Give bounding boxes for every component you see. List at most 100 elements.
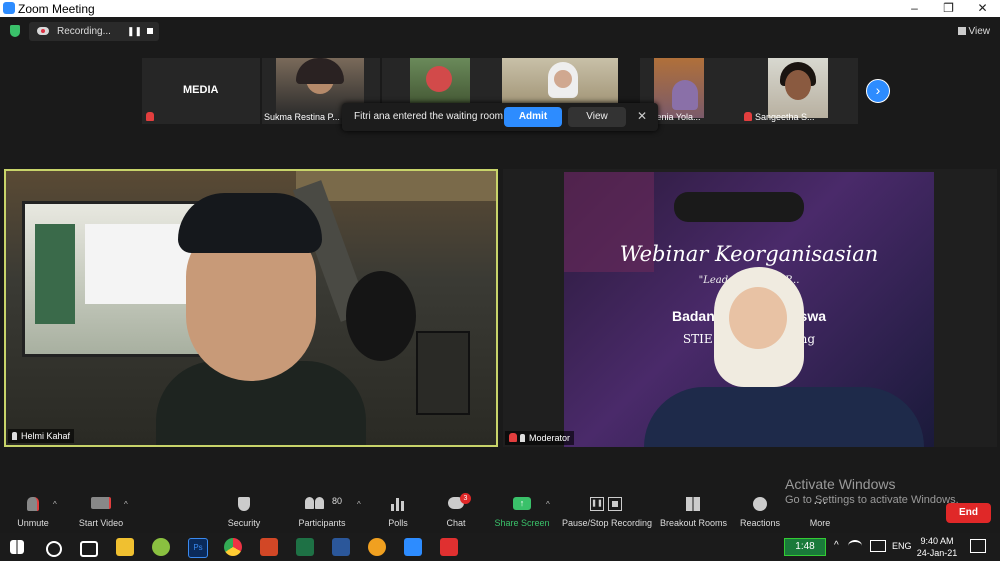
video-tile-moderator[interactable]: Webinar Keorganisasian "Leadership and P… (503, 169, 997, 447)
share-options-caret[interactable]: ^ (546, 500, 550, 509)
speaker-box (416, 331, 470, 415)
gallery-tile-name: MEDIA (183, 84, 219, 96)
breakout-rooms-icon (686, 497, 700, 511)
language-indicator[interactable]: ENG (892, 541, 912, 551)
unmute-button[interactable]: Unmute (10, 491, 56, 533)
breakout-rooms-button[interactable]: Breakout Rooms (660, 491, 728, 533)
windows-start-icon[interactable] (10, 540, 24, 554)
task-view-icon[interactable] (80, 541, 98, 557)
gallery-tile-name: Sukma Restina P... (264, 112, 340, 122)
notifications-icon[interactable] (970, 539, 986, 553)
battery-indicator[interactable]: 1:48 (784, 538, 826, 556)
powerpoint-icon[interactable] (260, 538, 278, 556)
wifi-icon[interactable] (848, 540, 862, 552)
close-window-button[interactable]: ✕ (966, 0, 999, 17)
video-tile-name-text: Helmi Kahaf (21, 431, 71, 441)
video-options-caret[interactable]: ^ (124, 500, 128, 509)
slide-title: Webinar Keorganisasian (619, 242, 879, 266)
window-title: Zoom Meeting (18, 2, 95, 16)
security-label: Security (227, 518, 261, 528)
polls-label: Polls (388, 518, 408, 528)
muted-mic-icon (146, 112, 154, 121)
participants-icon (305, 497, 327, 509)
security-button[interactable]: Security (220, 491, 268, 533)
polls-icon (391, 497, 405, 511)
audio-options-caret[interactable]: ^ (53, 500, 57, 509)
stop-recording-button[interactable] (147, 28, 153, 34)
video-tile-name-text: Moderator (529, 433, 571, 443)
waiting-room-message: Fitri ana entered the waiting room (354, 111, 503, 122)
excel-icon[interactable] (296, 538, 314, 556)
muted-mic-icon (27, 497, 39, 511)
video-tile-name: Helmi Kahaf (8, 429, 75, 443)
stop-square (612, 501, 618, 507)
video-tile-name: Moderator (505, 431, 575, 445)
grid-icon (957, 27, 966, 35)
person-shape (315, 497, 324, 509)
app-icon-red[interactable] (440, 538, 458, 556)
polls-bar (391, 504, 394, 511)
chrome-icon[interactable] (224, 538, 242, 556)
chat-button[interactable]: 3 Chat (438, 491, 474, 533)
polls-bar (396, 498, 399, 511)
pause-stop-icon: ❚❚ (590, 497, 624, 511)
share-screen-label: Share Screen (494, 518, 550, 528)
zoom-logo-icon (3, 2, 15, 14)
video-tile-helmi[interactable]: Helmi Kahaf (4, 169, 498, 447)
microphone (346, 271, 416, 361)
monitor-screen-panel (35, 224, 75, 324)
participant-face (729, 287, 787, 349)
person-shape (305, 497, 314, 509)
view-label: View (968, 26, 991, 37)
participants-options-caret[interactable]: ^ (357, 500, 361, 509)
encryption-shield-icon[interactable] (10, 25, 20, 37)
app-icon-orange[interactable] (368, 538, 386, 556)
more-label: More (809, 518, 831, 528)
gallery-next-button[interactable]: › (866, 79, 890, 103)
system-clock[interactable]: 9:40 AM 24-Jan-21 (916, 535, 958, 559)
polls-button[interactable]: Polls (380, 491, 416, 533)
maximize-button[interactable]: ❐ (932, 0, 965, 17)
participant-face (785, 70, 811, 100)
end-meeting-button[interactable]: End (946, 503, 991, 523)
zoom-taskbar-icon[interactable] (404, 538, 422, 556)
tray-chevron-icon[interactable]: ^ (834, 540, 839, 551)
view-layout-button[interactable]: View (957, 26, 991, 37)
participants-button[interactable]: 80 Participants (294, 491, 350, 533)
participant-hair (178, 193, 322, 253)
stop-icon (608, 497, 622, 511)
minimize-button[interactable]: – (898, 0, 931, 17)
gallery-tile-name: Sangeetha S... (744, 112, 815, 122)
participants-count: 80 (332, 496, 343, 506)
start-video-button[interactable]: Start Video (74, 491, 128, 533)
participant-face (426, 66, 452, 92)
share-screen-icon: ↑ (513, 497, 531, 510)
participant-hijab (672, 80, 698, 110)
reactions-button[interactable]: Reactions (738, 491, 782, 533)
more-button[interactable]: ··· More (798, 491, 842, 533)
shield-icon (238, 497, 250, 511)
word-icon[interactable] (332, 538, 350, 556)
cloud-record-icon (37, 27, 49, 35)
video-off-icon (91, 497, 111, 509)
pause-stop-recording-button[interactable]: ❚❚ Pause/Stop Recording (562, 491, 652, 533)
gallery-tile-sangeetha[interactable]: Sangeetha S... (740, 58, 858, 124)
file-explorer-icon[interactable] (116, 538, 134, 556)
participant-video (654, 58, 704, 118)
app-icon-green[interactable] (152, 538, 170, 556)
pin-icon (12, 432, 17, 440)
photoshop-icon[interactable]: Ps (188, 538, 208, 558)
pause-recording-button[interactable]: ❚❚ (127, 26, 142, 37)
search-icon[interactable] (46, 541, 62, 557)
admit-button[interactable]: Admit (504, 107, 562, 127)
muted-mic-icon (509, 433, 517, 442)
participant-video (768, 58, 828, 118)
keyboard-icon[interactable] (870, 540, 886, 552)
gallery-tile-media[interactable]: MEDIA (142, 58, 260, 124)
share-screen-button[interactable]: ↑ Share Screen (494, 491, 550, 533)
breakout-rooms-label: Breakout Rooms (660, 518, 728, 528)
view-waiting-room-button[interactable]: View (568, 107, 626, 127)
close-notification-button[interactable]: ✕ (637, 109, 647, 123)
window-titlebar: Zoom Meeting – ❐ ✕ (0, 0, 1000, 17)
smiley-icon (753, 497, 767, 511)
